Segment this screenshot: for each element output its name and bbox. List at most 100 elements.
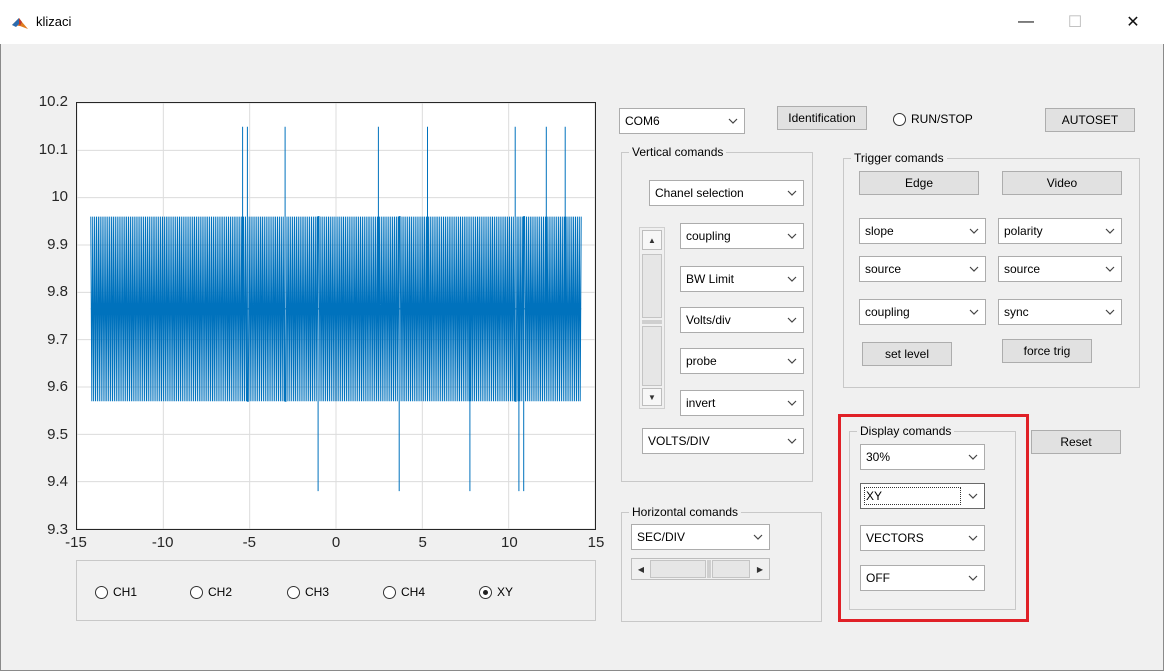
close-button[interactable]: ✕	[1110, 0, 1156, 44]
channel-selection-select[interactable]: Chanel selection	[649, 180, 804, 206]
volts-div-mode-value: VOLTS/DIV	[648, 434, 710, 448]
radio-ch1[interactable]: CH1	[95, 583, 137, 601]
trigger-coupling-select[interactable]: coupling	[859, 299, 986, 325]
minimize-icon: —	[1018, 13, 1034, 30]
close-icon: ✕	[1126, 14, 1140, 31]
edge-button[interactable]: Edge	[859, 171, 979, 195]
vertical-slider[interactable]: ▲ ▼	[639, 227, 665, 409]
chevron-down-icon	[1099, 257, 1121, 281]
radio-ch4-label: CH4	[401, 585, 426, 599]
plot-canvas	[77, 103, 595, 529]
x-tick-label: -10	[151, 534, 174, 551]
set-level-label: set level	[884, 347, 930, 361]
chevron-down-icon	[781, 308, 803, 332]
video-button[interactable]: Video	[1002, 171, 1122, 195]
vertical-panel-title: Vertical comands	[629, 145, 727, 159]
volts-div-select[interactable]: Volts/div	[680, 307, 804, 333]
x-tick-label: 15	[587, 534, 605, 551]
radio-xy-indicator	[479, 585, 492, 599]
chevron-down-icon	[781, 391, 803, 415]
sync-value: sync	[1004, 305, 1029, 319]
chevron-down-icon	[781, 224, 803, 248]
maximize-button[interactable]: ☐	[1052, 0, 1098, 44]
trigger-panel-title: Trigger comands	[851, 151, 947, 165]
bw-limit-value: BW Limit	[686, 272, 734, 286]
scroll-left-glyph: ◀	[637, 564, 645, 574]
identification-label: Identification	[788, 111, 856, 125]
matlab-icon	[12, 18, 28, 29]
y-tick-label: 10.2	[38, 93, 68, 110]
coupling-select[interactable]: coupling	[680, 223, 804, 249]
scroll-down-glyph: ▼	[648, 392, 656, 402]
slider-track-lower	[642, 326, 662, 386]
trigger-source-value: source	[865, 262, 902, 276]
slope-select[interactable]: slope	[859, 218, 986, 244]
slider-thumb[interactable]	[642, 320, 662, 324]
sec-div-select[interactable]: SEC/DIV	[631, 524, 770, 550]
h-slider-track-right	[712, 560, 750, 578]
radio-ch4[interactable]: CH4	[383, 583, 425, 601]
reset-button[interactable]: Reset	[1031, 430, 1121, 454]
scroll-up-icon[interactable]: ▲	[642, 230, 662, 250]
radio-ch3-label: CH3	[305, 585, 330, 599]
channel-panel: CH1 CH2 CH3 CH4 XY	[76, 560, 596, 621]
force-trig-button[interactable]: force trig	[1002, 339, 1092, 363]
y-tick-label: 9.4	[47, 473, 68, 491]
run-stop-toggle[interactable]: RUN/STOP	[893, 110, 973, 128]
y-tick-label: 9.6	[47, 378, 68, 396]
trigger-coupling-value: coupling	[865, 305, 910, 319]
scroll-left-icon[interactable]: ◀	[633, 560, 649, 578]
bw-limit-select[interactable]: BW Limit	[680, 266, 804, 292]
scroll-up-glyph: ▲	[648, 235, 656, 245]
radio-ch2[interactable]: CH2	[190, 583, 232, 601]
video-label: Video	[1046, 176, 1078, 190]
radio-xy[interactable]: XY	[479, 583, 513, 601]
radio-ch4-indicator	[383, 585, 396, 599]
x-tick-label: 10	[500, 534, 518, 551]
identification-button[interactable]: Identification	[777, 106, 867, 130]
set-level-button[interactable]: set level	[862, 342, 952, 366]
x-tick-label: 0	[331, 534, 341, 551]
probe-value: probe	[686, 354, 717, 368]
sec-div-value: SEC/DIV	[637, 530, 686, 544]
autoset-label: AUTOSET	[1061, 113, 1119, 127]
radio-ch1-indicator	[95, 585, 108, 599]
run-stop-label: RUN/STOP	[911, 112, 973, 126]
minimize-button[interactable]: —	[1003, 0, 1049, 44]
run-stop-indicator	[893, 112, 906, 126]
radio-ch2-label: CH2	[208, 585, 233, 599]
trigger-source-select[interactable]: source	[859, 256, 986, 282]
polarity-select[interactable]: polarity	[998, 218, 1122, 244]
volts-div-mode-select[interactable]: VOLTS/DIV	[642, 428, 804, 454]
window-title: klizaci	[36, 14, 72, 29]
horizontal-slider[interactable]: ◀ ▶	[631, 558, 770, 580]
sync-select[interactable]: sync	[998, 299, 1122, 325]
com-port-select[interactable]: COM6	[619, 108, 745, 134]
plot-axes[interactable]	[76, 102, 596, 530]
force-trig-label: force trig	[1023, 344, 1071, 358]
chevron-down-icon	[722, 109, 744, 133]
probe-select[interactable]: probe	[680, 348, 804, 374]
y-tick-label: 9.8	[47, 283, 68, 301]
scroll-right-icon[interactable]: ▶	[752, 560, 768, 578]
com-port-value: COM6	[625, 114, 660, 128]
scroll-down-icon[interactable]: ▼	[642, 388, 662, 406]
radio-ch2-indicator	[190, 585, 203, 599]
coupling-value: coupling	[686, 229, 731, 243]
video-source-select[interactable]: source	[998, 256, 1122, 282]
chevron-down-icon	[781, 429, 803, 453]
autoset-button[interactable]: AUTOSET	[1045, 108, 1135, 132]
chevron-down-icon	[747, 525, 769, 549]
radio-ch3[interactable]: CH3	[287, 583, 329, 601]
chevron-down-icon	[963, 219, 985, 243]
invert-select[interactable]: invert	[680, 390, 804, 416]
chevron-down-icon	[963, 257, 985, 281]
y-tick-label: 9.5	[47, 425, 68, 443]
title-bar: klizaci — ☐ ✕	[0, 0, 1164, 44]
slider-track-upper	[642, 254, 662, 318]
y-tick-label: 10	[51, 188, 68, 206]
radio-ch1-label: CH1	[113, 585, 138, 599]
polarity-value: polarity	[1004, 224, 1043, 238]
h-slider-thumb[interactable]	[707, 560, 711, 578]
y-tick-label: 10.1	[38, 140, 68, 158]
